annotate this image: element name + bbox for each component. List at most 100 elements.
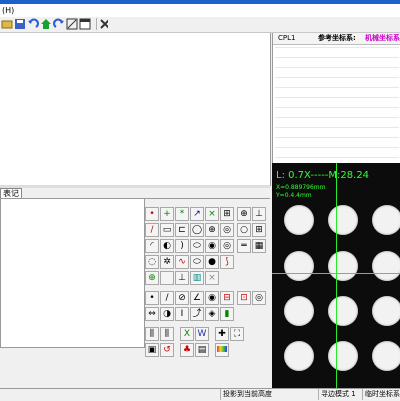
line-tool-icon[interactable]: / [145,223,159,237]
word-icon[interactable]: W [195,327,209,341]
circle-slash-icon[interactable]: ⊘ [175,291,189,305]
sample-hole [328,251,358,281]
rect-tool-icon[interactable]: ▭ [160,223,174,237]
rotate-icon[interactable]: ↺ [160,343,174,357]
blob-tool-icon[interactable]: ● [205,255,219,269]
half-circle-icon[interactable]: ◑ [160,307,174,321]
machine-coord-label[interactable]: 机械坐标系 [365,33,400,44]
panel-line [275,47,399,48]
record-tab-strip: 表记录 [0,188,145,208]
save-file-icon[interactable]: ▣ [145,343,159,357]
undo-icon[interactable] [27,18,39,30]
hook-tool-icon[interactable]: ⤴ [190,307,204,321]
eye2-tool-icon[interactable]: ◉ [205,291,219,305]
curve-tool-icon[interactable]: ) [175,239,189,253]
star-point-icon[interactable]: * [175,207,189,221]
ellipse2-tool-icon[interactable]: ⬭ [190,255,204,269]
sample-hole [284,205,314,235]
circle-tool-icon[interactable]: ◯ [190,223,204,237]
dot-tool-icon[interactable]: • [145,291,159,305]
measure-a-icon[interactable]: ⫼ [145,327,159,341]
panel-line [275,117,399,118]
edge-point-icon[interactable]: ↗ [190,207,204,221]
panel-line [275,147,399,148]
stamp-icon[interactable]: ⊥ [252,207,266,221]
panel-line [275,87,399,88]
sample-hole [328,296,358,326]
redo-icon[interactable] [53,18,65,30]
x-coordinate-readout: X=0.889796mm [276,184,326,191]
target-tool-icon[interactable]: ⊕ [205,223,219,237]
add-circle-icon[interactable]: ⊕ [145,271,159,285]
crosshair-vertical [336,163,337,388]
home-icon[interactable] [40,18,52,30]
panel-line [275,57,399,58]
y-coordinate-readout: Y=0.4.4mm [276,192,312,199]
panel-line [275,127,399,128]
ring2-tool-icon[interactable]: ◎ [252,291,266,305]
save-icon[interactable] [14,18,26,30]
oval-tool-icon[interactable]: ◎ [220,239,234,253]
temp-coord-status: 临时坐标系 [362,389,400,400]
arc-tool-icon[interactable]: ◜ [145,239,159,253]
tab-record[interactable]: 表记录 [0,188,22,208]
horizontal-arrow-icon[interactable]: ⇔ [145,307,159,321]
box-point-icon[interactable]: ⊞ [220,207,234,221]
main-toolbar [0,17,400,33]
i-beam-icon[interactable]: Ⅰ [175,307,189,321]
panel-line [275,97,399,98]
sample-hole [372,296,400,326]
green-block-icon[interactable]: ▮ [220,307,234,321]
slash-tool-icon[interactable]: / [160,291,174,305]
distance-tool-icon[interactable]: ⊟ [220,291,234,305]
grid-tool-icon[interactable]: ⊞ [252,223,266,237]
wave-tool-icon[interactable]: ∿ [175,255,189,269]
record-list[interactable] [0,198,145,348]
coord-system-label: CPL1 [278,34,296,42]
sample-hole [372,251,400,281]
blank-tool-icon[interactable] [160,271,174,285]
pillar-tool-icon[interactable]: ⊥ [175,271,189,285]
camera-view[interactable]: L: 0.7X-----M:28.24 X=0.889796mm Y=0.4.4… [272,163,400,388]
coordinate-header: CPL1 参考坐标系: 机械坐标系 [273,33,400,45]
spiral-tool-icon[interactable]: ◌ [145,255,159,269]
excel-icon[interactable]: X [180,327,194,341]
point-tool-icon[interactable]: • [145,207,159,221]
curve2-tool-icon[interactable]: ⟆ [220,255,234,269]
panel-line [275,157,399,158]
menu-help[interactable]: (H) [2,4,14,17]
ellipse-tool-icon[interactable]: ⬭ [190,239,204,253]
document-icon[interactable]: ▤ [195,343,209,357]
zoom-icon[interactable]: ⊕ [237,207,251,221]
folder-icon[interactable] [1,18,13,30]
window-icon[interactable] [79,18,91,30]
expand-icon[interactable] [66,18,78,30]
dist2-tool-icon[interactable]: ⊡ [237,291,251,305]
people-icon[interactable]: ♣ [180,343,194,357]
zoom-readout: L: 0.7X [276,170,311,181]
grid2-tool-icon[interactable]: ▦ [252,239,266,253]
slot-tool-icon[interactable]: ⊏ [175,223,189,237]
color-bar-icon[interactable] [215,343,229,357]
cross-point-icon[interactable]: + [160,207,174,221]
layers-tool-icon[interactable]: ◈ [205,307,219,321]
dash-tool-icon[interactable]: ═ [237,239,251,253]
gear-icon[interactable]: ✲ [160,255,174,269]
panel-line [275,137,399,138]
sample-hole [284,341,314,371]
small-circle-icon[interactable]: ○ [237,223,251,237]
tools-icon[interactable] [96,18,108,30]
drawing-area[interactable] [0,33,271,186]
edge-mode-status: 寻边模式 1 [318,389,362,400]
arc-circle-icon[interactable]: ◐ [160,239,174,253]
angle-tool-icon[interactable]: ∠ [190,291,204,305]
ring-tool-icon[interactable]: ◎ [220,223,234,237]
x-point-icon[interactable]: × [205,207,219,221]
measure-b-icon[interactable]: ⫼ [160,327,174,341]
delete-icon[interactable]: × [205,271,219,285]
eye-tool-icon[interactable]: ◉ [205,239,219,253]
sample-hole [328,205,358,235]
fit-frame-icon[interactable]: ⛶ [230,327,244,341]
teal-block-icon[interactable]: ▥ [190,271,204,285]
plus-frame-icon[interactable]: ✚ [215,327,229,341]
